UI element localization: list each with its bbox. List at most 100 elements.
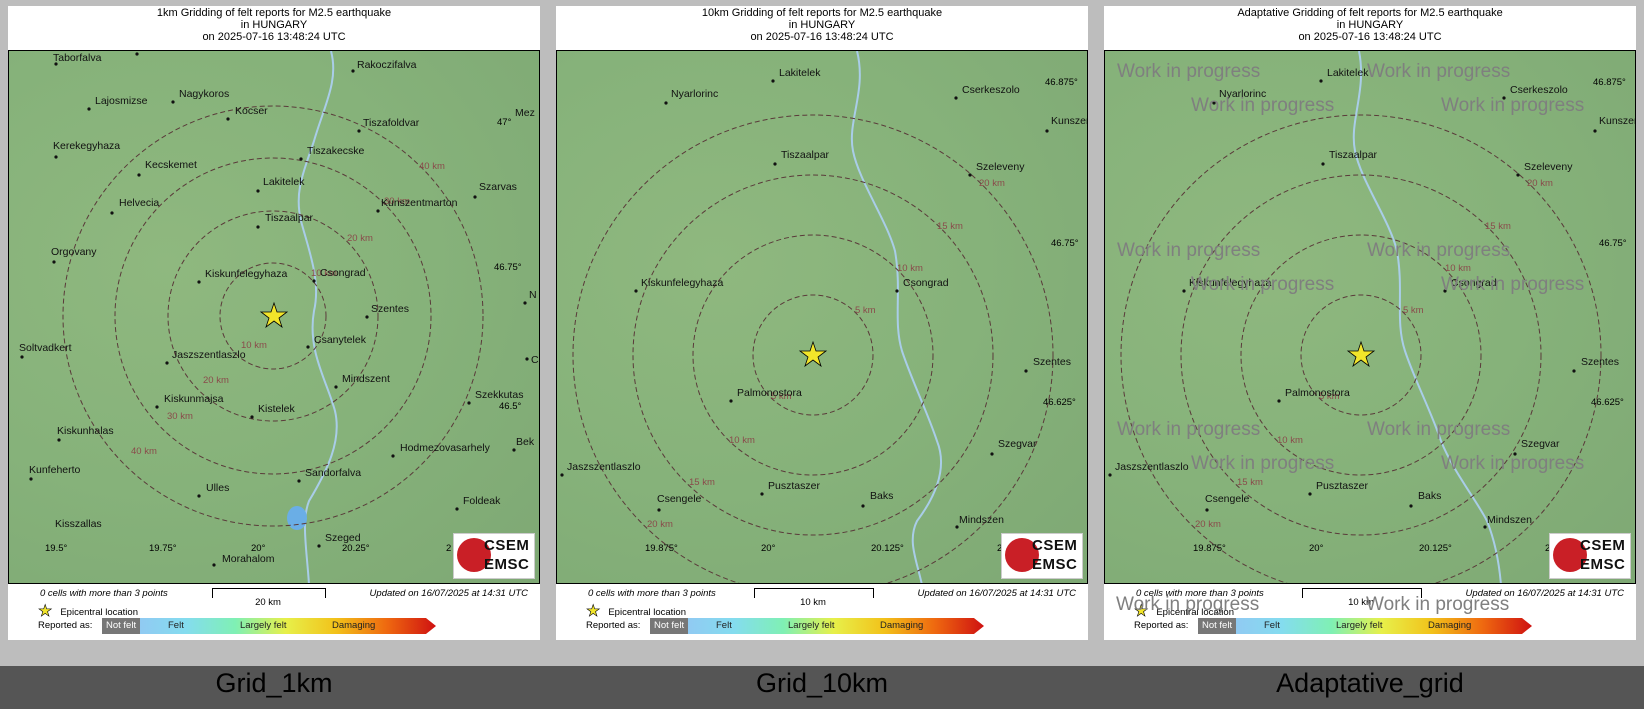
ring-label: 30 km xyxy=(167,411,193,422)
city-label: Szeleveny xyxy=(1524,161,1573,173)
lon-label: 2 xyxy=(446,543,451,554)
logo-text: EMSC xyxy=(1580,556,1626,573)
legend-label: Epicentral location xyxy=(60,607,138,618)
city-label: Palmonostora xyxy=(1285,387,1350,399)
river xyxy=(297,51,338,583)
lon-label: 20.125° xyxy=(1419,543,1452,554)
city-label: Helvecia xyxy=(119,197,159,209)
watermark-text: Work in progress xyxy=(1441,95,1584,116)
city-label: Sandorfalva xyxy=(305,467,361,479)
city-label: Szegvar xyxy=(1521,438,1560,450)
lon-label: 19.5° xyxy=(45,543,67,554)
watermark-text: Work in progress xyxy=(1191,274,1334,295)
city-label: Kunfeherto xyxy=(29,464,81,476)
colorbar-label: Felt xyxy=(168,620,184,631)
lon-label: 20.125° xyxy=(871,543,904,554)
lon-label: 20° xyxy=(761,543,776,554)
city-label: Pusztaszer xyxy=(768,480,820,492)
city-label: Nagykoros xyxy=(179,88,229,100)
map-sheet: 1km Gridding of felt reports for M2.5 ea… xyxy=(8,6,540,640)
city-label: Kocser xyxy=(235,105,268,117)
epicentral-legend: ★ Epicentral location xyxy=(38,600,138,621)
watermark-text: Work in progress xyxy=(1117,419,1260,440)
watermark-text: Work in progress xyxy=(1117,240,1260,261)
city-label: Baks xyxy=(1418,490,1441,502)
map-svg: 5 km 5 km 10 km 10 km 15 km 15 km 20 km … xyxy=(560,51,1088,583)
city-label: Tiszaalpar xyxy=(1329,149,1378,161)
logo-text: EMSC xyxy=(1032,556,1078,573)
watermark-text: Work in progress xyxy=(1441,453,1584,474)
colorbar-label: Damaging xyxy=(880,620,924,631)
felt-map: 5 km 5 km 10 km 10 km 15 km 15 km 20 km … xyxy=(556,50,1088,584)
watermark-text: Work in progress xyxy=(1191,453,1334,474)
city-label: Nyarlorinc xyxy=(671,88,718,100)
lon-label: 19.75° xyxy=(149,543,177,554)
city-label: Hodmezovasarhely xyxy=(400,442,491,454)
watermark-layer: Work in progress Work in progress Work i… xyxy=(1117,61,1584,474)
city-label: Rakoczifalva xyxy=(357,59,417,71)
city-label: Kerekegyhaza xyxy=(53,140,120,152)
city-label: Lajosmizse xyxy=(95,95,148,107)
city-label: Kiskunmajsa xyxy=(164,393,224,405)
river xyxy=(1352,51,1502,583)
title-line: Adaptative Gridding of felt reports for … xyxy=(1237,7,1503,19)
city-label: Jaszszentlaszlo xyxy=(172,349,246,361)
city-label: Kisszallas xyxy=(55,518,102,530)
city-label: Szarvas xyxy=(479,181,517,193)
city-label: Cserkeszolo xyxy=(962,84,1020,96)
city-label: Szegvar xyxy=(998,438,1037,450)
logo-text: EMSC xyxy=(484,556,530,573)
city-label: Mindszen xyxy=(959,514,1004,526)
watermark-text: Work in progress xyxy=(1367,240,1510,261)
ring-label: 20 km xyxy=(1527,178,1553,189)
city-label: Mindszent xyxy=(342,373,390,385)
city-label: Tiszaalpar xyxy=(781,149,830,161)
map-title: 1km Gridding of felt reports for M2.5 ea… xyxy=(8,7,540,43)
ring-label: 10 km xyxy=(897,263,923,274)
map-footer: 0 cells with more than 3 points 10 km Up… xyxy=(556,584,1088,640)
city-label: Kiskunhalas xyxy=(57,425,114,437)
scale-label: 10 km xyxy=(800,597,826,608)
lon-label: 20° xyxy=(251,543,266,554)
panel-caption: Grid_1km xyxy=(215,668,333,698)
city-label: Morahalom xyxy=(222,553,275,565)
city-label: Baks xyxy=(870,490,893,502)
city-label: Kiskunfelegyhaza xyxy=(205,268,287,280)
panel-grid-1km: 1km Gridding of felt reports for M2.5 ea… xyxy=(0,0,548,698)
map-sheet: 10km Gridding of felt reports for M2.5 e… xyxy=(556,6,1088,640)
city-label: Csongrad xyxy=(320,267,366,279)
map-title: Adaptative Gridding of felt reports for … xyxy=(1104,7,1636,43)
city-label: Orgovany xyxy=(51,246,97,258)
city-label: Szeleveny xyxy=(976,161,1025,173)
title-line: in HUNGARY xyxy=(788,19,856,31)
colorbar-label: Felt xyxy=(716,620,732,631)
ring-label: 20 km xyxy=(1195,519,1221,530)
cells-note: 0 cells with more than 3 points xyxy=(588,588,716,599)
felt-map: 5 km 5 km 10 km 10 km 15 km 15 km 20 km … xyxy=(1104,50,1636,584)
colorbar-label: Not felt xyxy=(106,620,137,631)
colorbar-label: Largely felt xyxy=(240,620,287,631)
lat-label: 46.875° xyxy=(1593,77,1626,88)
logo-text: CSEM xyxy=(484,537,530,554)
city-label: Kunszen xyxy=(1599,115,1636,127)
watermark-text: Work in progress xyxy=(1191,95,1334,116)
city-label: Foldeak xyxy=(463,495,501,507)
panel-caption: Adaptative_grid xyxy=(1276,668,1464,698)
updated-note: Updated on 16/07/2025 at 14:31 UTC xyxy=(917,588,1076,599)
city-label: Csengele xyxy=(1205,493,1250,505)
legend-label: Epicentral location xyxy=(1156,607,1234,618)
updated-note: Updated on 16/07/2025 at 14:31 UTC xyxy=(369,588,528,599)
city-label: Lakitelek xyxy=(779,67,821,79)
map-footer: 0 cells with more than 3 points 20 km Up… xyxy=(8,584,540,640)
city-label: Kunszen xyxy=(1051,115,1088,127)
city-label: Kistelek xyxy=(258,403,296,415)
watermark-text: Work in progress xyxy=(1367,61,1510,82)
ring-label: 10 km xyxy=(729,435,755,446)
csem-emsc-logo: CSEM EMSC xyxy=(1001,533,1083,579)
cells-note: 0 cells with more than 3 points xyxy=(1136,588,1264,599)
city-label: Palmonostora xyxy=(737,387,802,399)
watermark-text: Work in progress xyxy=(1367,419,1510,440)
lon-label: 20° xyxy=(1309,543,1324,554)
lake xyxy=(287,506,307,530)
panel-grid-10km: 10km Gridding of felt reports for M2.5 e… xyxy=(548,0,1096,698)
